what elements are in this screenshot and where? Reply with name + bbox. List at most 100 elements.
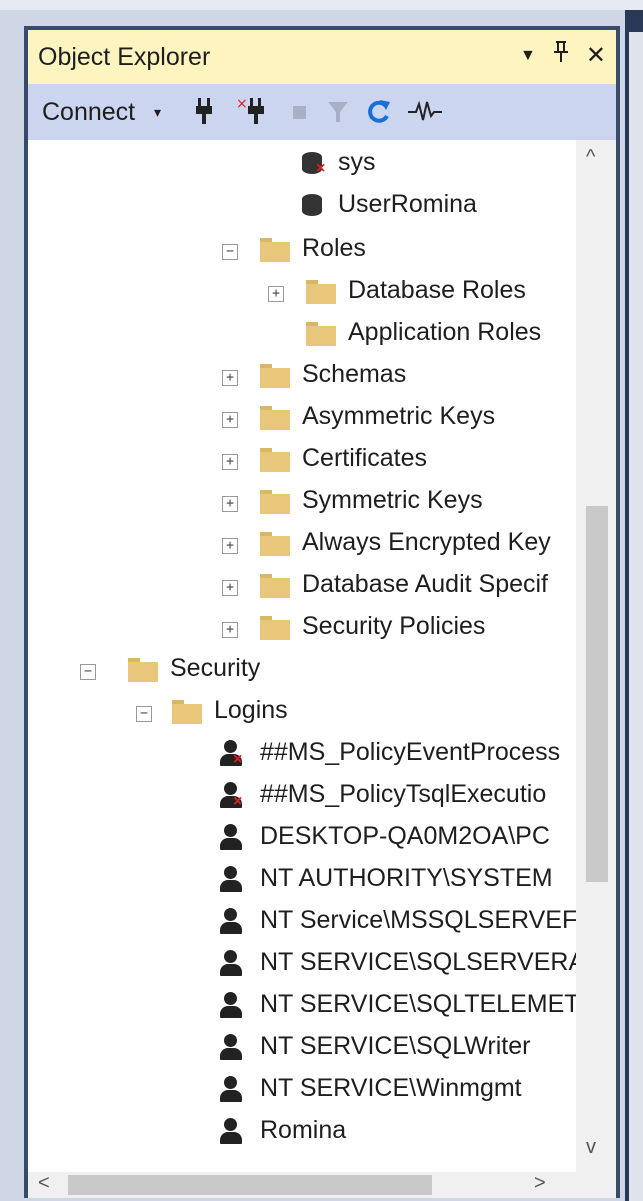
expand-icon[interactable]: + bbox=[222, 622, 238, 638]
tree-node-label[interactable]: Asymmetric Keys bbox=[302, 402, 495, 431]
folder-icon bbox=[306, 280, 336, 304]
tree-node[interactable]: + Database Audit Specif bbox=[28, 568, 576, 608]
tree-node[interactable]: UserRomina bbox=[28, 188, 576, 228]
object-tree: × sys UserRomina − Roles + Database Roles Appli… bbox=[28, 140, 576, 1172]
folder-icon bbox=[260, 448, 290, 472]
tree-node[interactable]: + Certificates bbox=[28, 442, 576, 482]
tree-node[interactable]: + Security Policies bbox=[28, 610, 576, 650]
expand-icon[interactable]: + bbox=[222, 580, 238, 596]
folder-icon bbox=[260, 616, 290, 640]
login-icon bbox=[218, 822, 244, 852]
panel-title: Object Explorer bbox=[38, 43, 211, 71]
db-user-disabled-icon: × bbox=[300, 148, 330, 178]
tree-node-label[interactable]: Security Policies bbox=[302, 612, 485, 641]
tree-node[interactable]: NT SERVICE\SQLWriter bbox=[28, 1030, 576, 1070]
tree-node-label[interactable]: Symmetric Keys bbox=[302, 486, 483, 515]
tree-node[interactable]: × ##MS_PolicyTsqlExecutio bbox=[28, 778, 576, 818]
tree-node[interactable]: × ##MS_PolicyEventProcess bbox=[28, 736, 576, 776]
tree-node-label[interactable]: Security bbox=[170, 654, 260, 683]
tree-node-label[interactable]: NT SERVICE\SQLSERVERA bbox=[260, 948, 576, 977]
scroll-up-icon[interactable]: ^ bbox=[586, 146, 595, 169]
tree-node[interactable]: + Schemas bbox=[28, 358, 576, 398]
tree-node[interactable]: × sys bbox=[28, 146, 576, 186]
tree-node-label[interactable]: NT SERVICE\SQLWriter bbox=[260, 1032, 530, 1061]
login-icon bbox=[218, 906, 244, 936]
tree-node-label[interactable]: Database Roles bbox=[348, 276, 526, 305]
folder-icon bbox=[172, 700, 202, 724]
scroll-down-icon[interactable]: v bbox=[586, 1136, 596, 1159]
close-icon[interactable]: ✕ bbox=[586, 41, 606, 70]
tree-node-label[interactable]: Romina bbox=[260, 1116, 346, 1145]
expand-icon[interactable]: + bbox=[222, 496, 238, 512]
tree-node-label[interactable]: NT AUTHORITY\SYSTEM bbox=[260, 864, 553, 893]
tree-node[interactable]: − Roles bbox=[28, 232, 576, 272]
scroll-left-icon[interactable]: < bbox=[38, 1172, 50, 1195]
tree-node-label[interactable]: ##MS_PolicyTsqlExecutio bbox=[260, 780, 546, 809]
tree-node-label[interactable]: Roles bbox=[302, 234, 366, 263]
disconnect-icon[interactable]: × bbox=[236, 96, 266, 133]
folder-icon bbox=[260, 490, 290, 514]
expand-icon[interactable]: + bbox=[222, 454, 238, 470]
login-icon bbox=[218, 1032, 244, 1062]
tree-node[interactable]: Romina bbox=[28, 1114, 576, 1154]
tree-node[interactable]: NT SERVICE\SQLSERVERA bbox=[28, 946, 576, 986]
tree-node-label[interactable]: Application Roles bbox=[348, 318, 541, 347]
adjacent-panel-edge bbox=[625, 10, 643, 1201]
plug-icon[interactable] bbox=[194, 96, 214, 133]
collapse-icon[interactable]: − bbox=[80, 664, 96, 680]
tree-node[interactable]: NT SERVICE\Winmgmt bbox=[28, 1072, 576, 1112]
login-disabled-icon: × bbox=[218, 780, 244, 810]
top-strip bbox=[0, 0, 643, 10]
tree-node-label[interactable]: Schemas bbox=[302, 360, 406, 389]
tree-node[interactable]: DESKTOP-QA0M2OA\PC bbox=[28, 820, 576, 860]
activity-monitor-icon[interactable] bbox=[408, 96, 442, 133]
connect-dropdown-icon[interactable]: ▾ bbox=[154, 104, 161, 121]
tree-node[interactable]: NT SERVICE\SQLTELEMET bbox=[28, 988, 576, 1028]
refresh-icon[interactable] bbox=[366, 96, 392, 133]
folder-icon bbox=[260, 238, 290, 262]
auto-hide-pin-icon[interactable] bbox=[552, 40, 570, 71]
window-position-dropdown-icon[interactable]: ▼ bbox=[520, 47, 536, 65]
scroll-right-icon[interactable]: > bbox=[534, 1172, 546, 1195]
horizontal-scroll-thumb[interactable] bbox=[68, 1175, 432, 1195]
horizontal-scrollbar[interactable]: < > bbox=[28, 1172, 616, 1198]
vertical-scroll-thumb[interactable] bbox=[586, 506, 608, 882]
tree-node[interactable]: NT AUTHORITY\SYSTEM bbox=[28, 862, 576, 902]
tree-node-label[interactable]: Certificates bbox=[302, 444, 427, 473]
tree-node-label[interactable]: Logins bbox=[214, 696, 288, 725]
tree-node-label[interactable]: Database Audit Specif bbox=[302, 570, 548, 599]
tree-node-label[interactable]: ##MS_PolicyEventProcess bbox=[260, 738, 560, 767]
login-icon bbox=[218, 948, 244, 978]
tree-node-label[interactable]: NT SERVICE\Winmgmt bbox=[260, 1074, 522, 1103]
window-frame: Object Explorer ▼ ✕ Connect ▾ × × sys Us… bbox=[0, 0, 643, 1201]
folder-icon bbox=[260, 406, 290, 430]
tree-node-label[interactable]: NT Service\MSSQLSERVEF bbox=[260, 906, 576, 935]
tree-node-label[interactable]: NT SERVICE\SQLTELEMET bbox=[260, 990, 576, 1019]
expand-icon[interactable]: + bbox=[222, 412, 238, 428]
tree-node[interactable]: + Symmetric Keys bbox=[28, 484, 576, 524]
tree-node-label[interactable]: DESKTOP-QA0M2OA\PC bbox=[260, 822, 550, 851]
folder-icon bbox=[260, 364, 290, 388]
tree-node[interactable]: + Always Encrypted Key bbox=[28, 526, 576, 566]
tree-node[interactable]: + Database Roles bbox=[28, 274, 576, 314]
vertical-scrollbar[interactable]: ^ v bbox=[576, 140, 616, 1172]
folder-icon bbox=[306, 322, 336, 346]
tree-node[interactable]: + Asymmetric Keys bbox=[28, 400, 576, 440]
expand-icon[interactable]: + bbox=[222, 538, 238, 554]
tree-node-label[interactable]: sys bbox=[338, 148, 376, 177]
tree-node[interactable]: − Logins bbox=[28, 694, 576, 734]
tree-node[interactable]: Application Roles bbox=[28, 316, 576, 356]
panel-title-bar: Object Explorer ▼ ✕ bbox=[28, 30, 616, 84]
login-icon bbox=[218, 1074, 244, 1104]
stop-icon[interactable] bbox=[290, 96, 310, 133]
expand-icon[interactable]: + bbox=[268, 286, 284, 302]
tree-node-label[interactable]: Always Encrypted Key bbox=[302, 528, 551, 557]
filter-icon[interactable] bbox=[326, 96, 350, 133]
collapse-icon[interactable]: − bbox=[136, 706, 152, 722]
expand-icon[interactable]: + bbox=[222, 370, 238, 386]
collapse-icon[interactable]: − bbox=[222, 244, 238, 260]
tree-node[interactable]: NT Service\MSSQLSERVEF bbox=[28, 904, 576, 944]
tree-node[interactable]: − Security bbox=[28, 652, 576, 692]
tree-node-label[interactable]: UserRomina bbox=[338, 190, 477, 219]
connect-button[interactable]: Connect bbox=[42, 98, 135, 127]
